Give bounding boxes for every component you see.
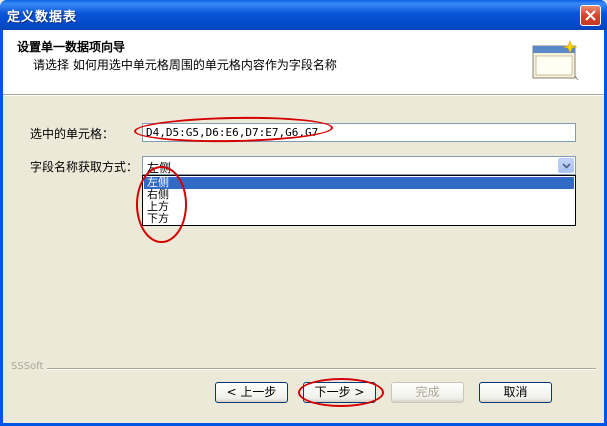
option-right[interactable]: 右侧 — [144, 189, 574, 201]
field-name-method-select[interactable]: 左侧 — [142, 156, 576, 175]
wizard-header: 设置单一数据项向导 请选择 如何用选中单元格周围的单元格内容作为字段名称 — [3, 30, 604, 94]
field-name-method-label: 字段名称获取方式： — [30, 160, 139, 174]
annotation-ellipse-next — [298, 378, 384, 407]
wizard-table-icon — [532, 40, 579, 81]
annotation-ellipse-options — [136, 166, 187, 243]
wizard-title: 设置单一数据项向导 — [17, 40, 126, 54]
finish-button[interactable]: 完成 — [391, 382, 464, 403]
dropdown-button[interactable] — [558, 158, 574, 173]
option-below[interactable]: 下方 — [144, 213, 574, 225]
chevron-down-icon — [562, 163, 571, 169]
selected-cells-label: 选中的单元格： — [30, 127, 115, 141]
close-icon — [585, 10, 596, 21]
title-bar[interactable]: 定义数据表 — [0, 0, 607, 30]
prev-button[interactable]: < 上一步 — [215, 382, 288, 403]
footer-divider — [11, 368, 596, 370]
header-divider — [3, 94, 604, 96]
close-button[interactable] — [580, 5, 601, 26]
dropdown-list: 左侧 右侧 上方 下方 — [142, 175, 576, 226]
wizard-subtitle: 请选择 如何用选中单元格周围的单元格内容作为字段名称 — [33, 58, 337, 72]
option-above[interactable]: 上方 — [144, 201, 574, 213]
option-left[interactable]: 左侧 — [144, 177, 574, 189]
brand-label: SSSoft — [11, 361, 48, 372]
dialog-window: 定义数据表 设置单一数据项向导 请选择 如何用选中单元格周围的单元格内容作为字段… — [0, 0, 607, 426]
cancel-button[interactable]: 取消 — [479, 382, 552, 403]
window-title: 定义数据表 — [7, 10, 78, 25]
dialog-body: 设置单一数据项向导 请选择 如何用选中单元格周围的单元格内容作为字段名称 选中的… — [3, 30, 604, 423]
